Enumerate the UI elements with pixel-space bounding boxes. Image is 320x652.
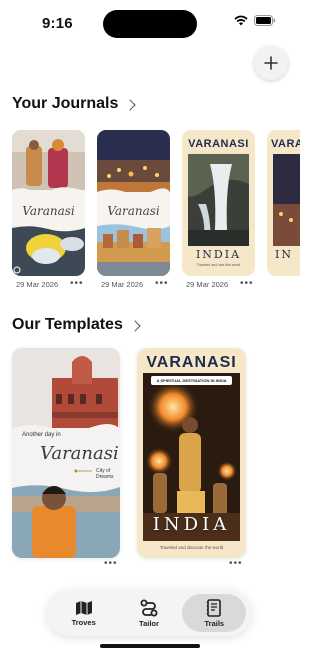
dynamic-island xyxy=(103,10,197,38)
status-bar: 9:16 xyxy=(0,0,300,46)
status-icons xyxy=(234,15,276,26)
your-journals-header[interactable]: Your Journals xyxy=(12,95,137,113)
tab-trails[interactable]: Trails xyxy=(182,594,247,632)
tab-label: Trails xyxy=(204,618,225,628)
template-card[interactable]: VARANASI A SPIRITUAL DESTINATION IN INDI… xyxy=(137,348,246,558)
journal-card[interactable]: VARA IN xyxy=(267,130,300,276)
our-templates-header[interactable]: Our Templates xyxy=(12,316,141,334)
status-time: 9:16 xyxy=(42,15,73,32)
poster-photo xyxy=(273,154,300,246)
template-tag: City of Dreams xyxy=(96,468,114,480)
journal-more-button[interactable]: ••• xyxy=(155,278,169,289)
template-more-button[interactable]: ••• xyxy=(104,558,118,569)
journal-date: 29 Mar 2026 xyxy=(101,280,144,289)
wifi-icon xyxy=(234,15,248,26)
route-icon xyxy=(140,599,158,616)
poster-header: VARANASI xyxy=(188,138,249,150)
template-more-button[interactable]: ••• xyxy=(229,558,243,569)
tab-troves[interactable]: Troves xyxy=(52,594,116,632)
journal-icon xyxy=(207,598,222,617)
template-title: Varanasi xyxy=(40,443,119,464)
journal-more-button[interactable]: ••• xyxy=(70,278,84,289)
add-journal-button[interactable] xyxy=(254,46,288,80)
journal-title: Varanasi xyxy=(22,204,75,218)
poster-header: VARA xyxy=(271,138,300,150)
home-indicator[interactable] xyxy=(100,644,200,648)
journal-collage xyxy=(12,130,85,276)
banner-text: A SPIRITUAL DESTINATION IN INDIA xyxy=(156,378,227,383)
search-banner: A SPIRITUAL DESTINATION IN INDIA xyxy=(151,376,232,385)
poster-caption: Traveled and discover the world xyxy=(159,545,224,550)
poster-footer: IN xyxy=(275,248,293,261)
poster-header: VARANASI xyxy=(146,354,237,371)
tab-label: Tailor xyxy=(139,618,159,628)
chevron-right-icon xyxy=(129,319,141,332)
journal-date: 29 Mar 2026 xyxy=(186,280,229,289)
journal-collage xyxy=(97,130,170,276)
journal-title: Varanasi xyxy=(107,204,160,218)
section-title: Your Journals xyxy=(12,95,119,112)
map-icon xyxy=(75,600,92,615)
poster-footer: INDIA xyxy=(152,514,231,535)
waterfall-photo xyxy=(188,154,249,246)
journal-date: 29 Mar 2026 xyxy=(16,280,59,289)
poster-caption: Traveled and love this world xyxy=(196,263,241,267)
poster-footer: INDIA xyxy=(195,248,242,261)
chevron-right-icon xyxy=(124,98,137,111)
section-title: Our Templates xyxy=(12,316,123,333)
tab-bar: Troves Tailor Trails xyxy=(47,590,251,636)
journal-card[interactable]: Varanasi xyxy=(97,130,170,276)
battery-icon xyxy=(254,15,276,26)
template-card[interactable]: Another day in Varanasi City of Dreams xyxy=(12,348,120,558)
template-line1: Another day in xyxy=(22,432,61,438)
journal-card[interactable]: VARANASI INDIA Traveled and love this wo… xyxy=(182,130,255,276)
tab-tailor[interactable]: Tailor xyxy=(117,594,181,632)
journal-card[interactable]: Varanasi xyxy=(12,130,85,276)
plus-icon xyxy=(264,56,278,70)
tab-label: Troves xyxy=(71,617,96,627)
journal-more-button[interactable]: ••• xyxy=(240,278,254,289)
